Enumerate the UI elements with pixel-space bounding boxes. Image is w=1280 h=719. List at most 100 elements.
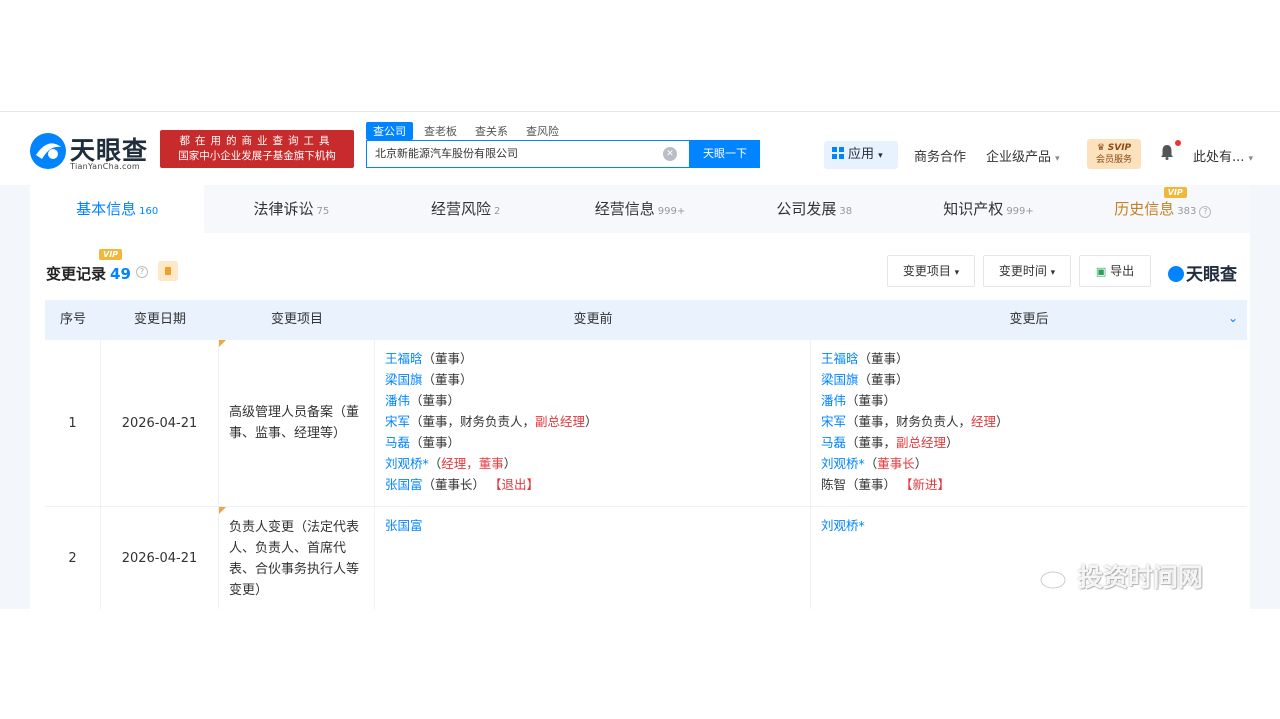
person-role: （董事， — [846, 435, 897, 450]
section-title: 变更记录 49 — [46, 263, 131, 284]
search-tab-company[interactable]: 查公司 — [366, 122, 413, 140]
row-after: 王福晗（董事） 梁国旗（董事） 潘伟（董事） 宋军（董事，财务负责人，经理） 马… — [811, 340, 1247, 506]
person-link[interactable]: 张国富 — [385, 477, 423, 492]
header-before: 变更前 — [573, 312, 613, 327]
lock-icon[interactable] — [158, 261, 178, 281]
row-date: 2026-04-21 — [101, 507, 219, 609]
table-header: 序号 变更日期 变更项目 变更前 变更后 ⌄ — [45, 300, 1247, 340]
logo-pinyin: TianYanCha.com — [70, 162, 140, 171]
nav-business[interactable]: 商务合作 — [914, 146, 966, 165]
svip-member-button[interactable]: ♛ SVIP 会员服务 — [1087, 139, 1141, 169]
person-role: （董事） — [422, 351, 473, 366]
after-person-list: 王福晗（董事） 梁国旗（董事） 潘伟（董事） 宋军（董事，财务负责人，经理） 马… — [821, 348, 1009, 495]
search-type-tabs: 查公司 查老板 查关系 查风险 — [366, 122, 566, 140]
role-tail: ） — [946, 435, 959, 450]
tab-count: 999+ — [657, 206, 686, 217]
search-tab-relation[interactable]: 查关系 — [468, 122, 515, 140]
top-header: 天眼查 TianYanCha.com 都在用的商业查询工具 国家中小企业发展子基… — [0, 111, 1280, 185]
tab-lawsuits[interactable]: 法律诉讼 75 — [204, 185, 378, 233]
chevron-down-icon: ▾ — [1050, 268, 1056, 278]
bell-icon[interactable] — [1160, 144, 1174, 160]
clear-icon[interactable]: ✕ — [663, 147, 677, 161]
person-link[interactable]: 梁国旗 — [821, 372, 859, 387]
nav-enterprise-products[interactable]: 企业级产品 ▾ — [986, 146, 1060, 165]
person-link[interactable]: 王福晗 — [385, 351, 423, 366]
person-line: 陈智（董事） 【新进】 — [821, 474, 1009, 495]
row-change-item: 负责人变更（法定代表人、负责人、首席代表、合伙事务执行人等变更） — [219, 507, 375, 609]
expand-double-chevron-icon[interactable]: ⌄ — [1228, 312, 1240, 324]
person-role: （董事，财务负责人， — [410, 414, 536, 429]
tab-label: 基本信息 — [76, 200, 137, 218]
person-line: 潘伟（董事） — [385, 390, 598, 411]
row-change-item-text: 高级管理人员备案（董事、监事、经理等） — [229, 405, 360, 441]
person-line: 宋军（董事，财务负责人，副总经理） — [385, 411, 598, 432]
tab-label: 公司发展 — [776, 200, 837, 218]
person-line: 马磊（董事） — [385, 432, 598, 453]
tab-company-development[interactable]: 公司发展 38 — [727, 185, 901, 233]
person-link[interactable]: 宋军 — [821, 414, 846, 429]
export-button[interactable]: ▣ 导出 — [1079, 255, 1151, 287]
filter-time-label: 变更时间 — [998, 264, 1047, 278]
svip-badge: ♛ SVIP — [1087, 142, 1141, 154]
filter-change-item-button[interactable]: 变更项目 ▾ — [887, 255, 975, 287]
person-link[interactable]: 张国富 — [385, 515, 423, 536]
tab-intellectual-property[interactable]: 知识产权 999+ — [901, 185, 1075, 233]
apps-menu-button[interactable]: 应用 ▾ — [824, 141, 898, 169]
section-count: 49 — [110, 265, 131, 283]
person-link[interactable]: 刘观桥* — [385, 456, 429, 471]
person-role: （董事） — [858, 351, 909, 366]
person-link[interactable]: 刘观桥* — [821, 456, 865, 471]
person-link[interactable]: 马磊 — [821, 435, 846, 450]
person-role: （董事） — [846, 477, 897, 492]
person-role: （董事） — [846, 393, 897, 408]
person-link[interactable]: 潘伟 — [385, 393, 410, 408]
person-link[interactable]: 潘伟 — [821, 393, 846, 408]
search-input[interactable]: 北京新能源汽车股份有限公司 — [366, 140, 690, 168]
person-link[interactable]: 刘观桥* — [821, 515, 865, 536]
weibo-watermark: 投资时间网 — [1040, 558, 1203, 594]
search-button[interactable]: 天眼一下 — [690, 140, 760, 168]
vip-tag: VIP — [99, 249, 123, 260]
person-line: 梁国旗（董事） — [821, 369, 1009, 390]
brand-logo-small: 天眼查 — [1168, 260, 1237, 285]
person-role: （董事） — [410, 435, 461, 450]
person-link[interactable]: 梁国旗 — [385, 372, 423, 387]
person-role: （董事长） — [422, 477, 486, 492]
person-role: （董事） — [858, 372, 909, 387]
person-line: 潘伟（董事） — [821, 390, 1009, 411]
site-logo[interactable]: 天眼查 TianYanCha.com — [28, 131, 154, 177]
tab-basic-info[interactable]: 基本信息 160 — [30, 185, 205, 233]
person-role: （董事） — [422, 372, 473, 387]
chevron-down-icon: ▾ — [878, 151, 883, 161]
person-role: （董事） — [410, 393, 461, 408]
export-label: 导出 — [1110, 264, 1135, 278]
corner-marker — [219, 507, 226, 514]
tab-business-info[interactable]: 经营信息 999+ — [553, 185, 727, 233]
person-link[interactable]: 王福晗 — [821, 351, 859, 366]
user-menu[interactable]: 此处有... ▾ — [1193, 146, 1253, 165]
search-tab-risk[interactable]: 查风险 — [519, 122, 566, 140]
slogan-line2: 国家中小企业发展子基金旗下机构 — [178, 150, 336, 162]
nav-enterprise-label: 企业级产品 — [986, 150, 1052, 165]
chevron-down-icon: ▾ — [954, 268, 960, 278]
filter-change-time-button[interactable]: 变更时间 ▾ — [983, 255, 1071, 287]
person-role: （ — [428, 456, 442, 471]
new-tag: 【新进】 — [900, 477, 951, 492]
row-date: 2026-04-21 — [101, 340, 219, 506]
before-person-list: 张国富 — [385, 515, 423, 536]
header-date: 变更日期 — [133, 312, 186, 327]
help-icon[interactable]: ? — [1199, 206, 1212, 218]
row-before: 张国富 — [375, 507, 811, 609]
row-change-item: 高级管理人员备案（董事、监事、经理等） — [219, 340, 375, 506]
help-icon[interactable]: ? — [136, 266, 148, 278]
search-tab-boss[interactable]: 查老板 — [417, 122, 464, 140]
person-link[interactable]: 马磊 — [385, 435, 410, 450]
tab-business-risk[interactable]: 经营风险 2 — [379, 185, 553, 233]
header-item: 变更项目 — [270, 312, 323, 327]
person-line: 刘观桥*（经理，董事） — [385, 453, 598, 474]
tab-history-info[interactable]: VIP 历史信息 383? — [1076, 185, 1250, 233]
slogan-banner: 都在用的商业查询工具 国家中小企业发展子基金旗下机构 — [160, 130, 354, 168]
person-line: 宋军（董事，财务负责人，经理） — [821, 411, 1009, 432]
person-link[interactable]: 宋军 — [385, 414, 410, 429]
tab-count: 38 — [839, 206, 853, 217]
